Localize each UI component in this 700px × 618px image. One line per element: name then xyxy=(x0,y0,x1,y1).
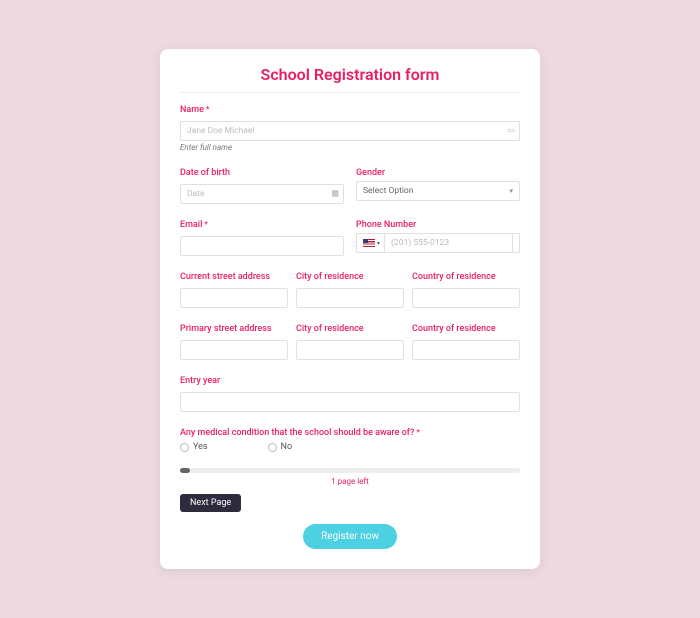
prim-street-field: Primary street address xyxy=(180,324,288,360)
phone-input[interactable] xyxy=(384,233,513,253)
email-field: Email xyxy=(180,220,344,256)
email-input[interactable] xyxy=(180,236,344,256)
prim-country-label: Country of residence xyxy=(412,324,520,334)
autofill-icon: ▭ xyxy=(507,125,515,134)
curr-city-field: City of residence xyxy=(296,272,404,308)
curr-street-field: Current street address xyxy=(180,272,288,308)
form-card: School Registration form Name ▭ Enter fu… xyxy=(160,49,540,569)
country-chevron-icon[interactable]: ▾ xyxy=(377,240,380,247)
radio-yes-label: Yes xyxy=(193,442,208,452)
next-page-button[interactable]: Next Page xyxy=(180,494,241,512)
prim-street-input[interactable] xyxy=(180,340,288,360)
dob-label: Date of birth xyxy=(180,168,344,178)
name-helper: Enter full name xyxy=(180,143,520,152)
dob-field: Date of birth ▦ xyxy=(180,168,344,204)
curr-street-label: Current street address xyxy=(180,272,288,282)
curr-street-input[interactable] xyxy=(180,288,288,308)
form-title: School Registration form xyxy=(180,65,520,93)
name-label: Name xyxy=(180,105,520,115)
medical-label: Any medical condition that the school sh… xyxy=(180,428,520,438)
radio-no[interactable]: No xyxy=(268,442,293,452)
name-field: Name ▭ Enter full name xyxy=(180,105,520,152)
curr-city-input[interactable] xyxy=(296,288,404,308)
gender-select[interactable]: Select Option ▾ xyxy=(356,181,520,201)
prim-city-field: City of residence xyxy=(296,324,404,360)
prim-city-label: City of residence xyxy=(296,324,404,334)
prim-country-field: Country of residence xyxy=(412,324,520,360)
radio-yes[interactable]: Yes xyxy=(180,442,208,452)
register-button[interactable]: Register now xyxy=(303,524,397,549)
pages-left-text: 1 page left xyxy=(180,477,520,486)
curr-country-label: Country of residence xyxy=(412,272,520,282)
gender-label: Gender xyxy=(356,168,520,178)
entry-year-field: Entry year xyxy=(180,376,520,412)
curr-country-input[interactable] xyxy=(412,288,520,308)
chevron-down-icon: ▾ xyxy=(509,187,513,195)
entry-year-input[interactable] xyxy=(180,392,520,412)
name-input[interactable] xyxy=(180,121,520,141)
dob-input[interactable] xyxy=(180,184,344,204)
calendar-icon[interactable]: ▦ xyxy=(331,188,339,197)
phone-label: Phone Number xyxy=(356,220,520,230)
medical-field: Any medical condition that the school sh… xyxy=(180,428,520,452)
us-flag-icon[interactable] xyxy=(363,239,375,247)
curr-country-field: Country of residence xyxy=(412,272,520,308)
phone-field: Phone Number ▾ xyxy=(356,220,520,256)
phone-input-wrap[interactable]: ▾ xyxy=(356,233,520,253)
prim-country-input[interactable] xyxy=(412,340,520,360)
radio-no-label: No xyxy=(281,442,293,452)
radio-circle-icon xyxy=(268,443,277,452)
gender-field: Gender Select Option ▾ xyxy=(356,168,520,204)
progress-bar xyxy=(180,468,520,473)
entry-year-label: Entry year xyxy=(180,376,520,386)
progress-fill xyxy=(180,468,190,473)
gender-selected: Select Option xyxy=(363,186,413,196)
radio-circle-icon xyxy=(180,443,189,452)
curr-city-label: City of residence xyxy=(296,272,404,282)
prim-street-label: Primary street address xyxy=(180,324,288,334)
prim-city-input[interactable] xyxy=(296,340,404,360)
email-label: Email xyxy=(180,220,344,230)
